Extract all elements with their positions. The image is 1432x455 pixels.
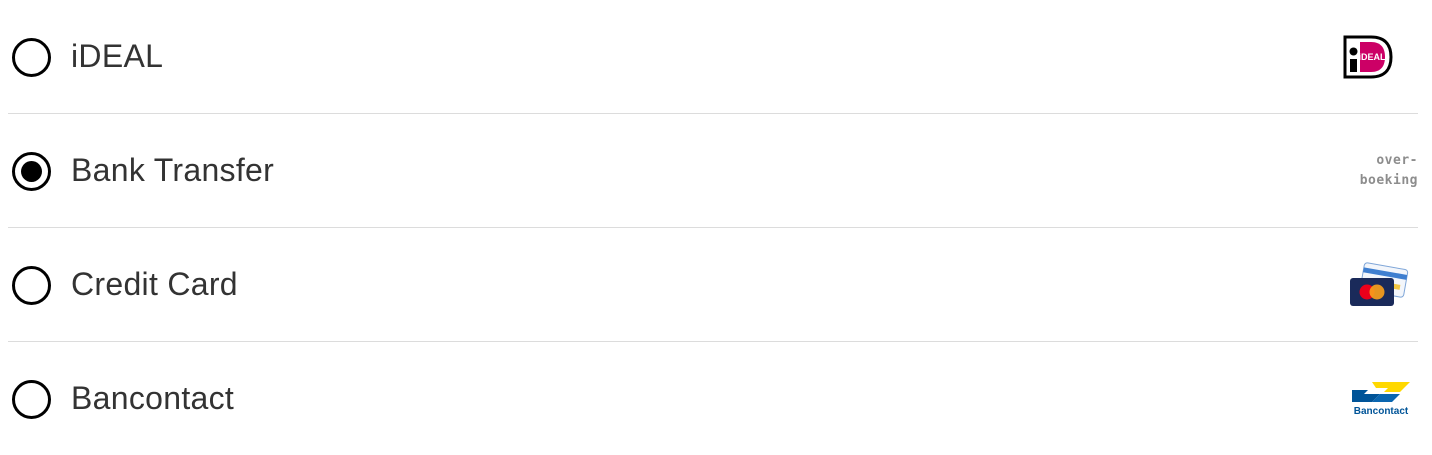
ideal-logo-icon: iDEAL [1343,35,1393,79]
payment-option-label: Bancontact [71,379,235,416]
ideal-logo-text: iDEAL [1359,52,1387,62]
payment-option-credit-card[interactable]: Credit Card [8,228,1418,342]
radio-bancontact[interactable] [12,379,51,419]
overboeking-logo-line1: over- [1376,152,1418,168]
payment-option-label: Bank Transfer [71,151,275,188]
radio-bank-transfer[interactable] [12,151,51,191]
radio-credit-card[interactable] [12,265,51,305]
payment-option-ideal[interactable]: iDEAL iDEAL [8,0,1418,114]
payment-option-label: Credit Card [71,265,238,302]
bancontact-logo-icon: Bancontact [1350,379,1412,419]
bancontact-logo-text: Bancontact [1354,406,1409,417]
radio-ideal[interactable] [12,37,51,77]
payment-option-bancontact[interactable]: Bancontact Bancontact [8,342,1418,455]
credit-card-logo-icon [1348,261,1410,308]
overboeking-logo-icon: over- boeking [1360,151,1418,191]
overboeking-logo-line2: boeking [1359,172,1418,188]
payment-option-label: iDEAL [71,37,164,74]
payment-method-list: iDEAL iDEAL Bank Transfer over- boeking … [8,0,1418,455]
payment-option-bank-transfer[interactable]: Bank Transfer over- boeking [8,114,1418,228]
